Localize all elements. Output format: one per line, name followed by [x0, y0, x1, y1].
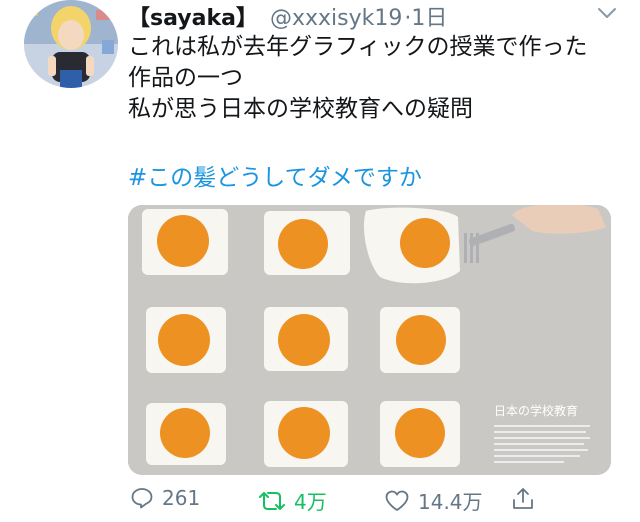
- heart-icon: [385, 490, 409, 511]
- tweet-text-line: これは私が去年グラフィックの授業で作った: [128, 34, 588, 60]
- like-count: 14.4万: [418, 490, 483, 514]
- like-button[interactable]: 14.4万: [384, 486, 483, 515]
- fried-eggs-photo: 日本の学校教育: [128, 205, 611, 475]
- egg-yolk: [396, 315, 446, 365]
- retweet-button[interactable]: 4万: [258, 486, 327, 515]
- hashtag-link[interactable]: #この髪どうしてダメですか: [128, 158, 422, 192]
- share-button[interactable]: [511, 486, 535, 512]
- retweet-icon: [259, 491, 285, 510]
- egg-yolk: [158, 314, 210, 366]
- avatar[interactable]: [24, 0, 118, 88]
- egg-yolk: [400, 218, 450, 268]
- tweet-text-line: 作品の一つ: [128, 65, 243, 91]
- avatar-image: [24, 0, 118, 88]
- share-icon: [513, 488, 533, 509]
- tweet-header: 【sayaka】 @xxxisyk19·1日: [128, 0, 447, 31]
- display-name[interactable]: 【sayaka】: [128, 6, 258, 31]
- more-menu-button[interactable]: [596, 2, 618, 24]
- egg-yolk: [278, 314, 330, 366]
- egg-yolk: [395, 408, 445, 458]
- egg-yolk: [157, 215, 209, 267]
- user-handle[interactable]: @xxxisyk19: [270, 6, 402, 31]
- egg-yolk: [160, 408, 210, 458]
- tweet-photo[interactable]: 日本の学校教育: [128, 205, 611, 475]
- egg-yolk: [278, 407, 330, 459]
- reply-count: 261: [162, 486, 201, 510]
- reply-icon: [131, 488, 153, 509]
- poster-title: 日本の学校教育: [494, 403, 578, 418]
- reply-button[interactable]: 261: [130, 486, 200, 510]
- retweet-count: 4万: [294, 490, 327, 514]
- tweet-time[interactable]: ·1日: [404, 6, 447, 31]
- tweet-actions: 261 4万 14.4万: [128, 486, 618, 518]
- tweet-text-line: 私が思う日本の学校教育への疑問: [128, 96, 473, 122]
- egg-yolk: [278, 219, 328, 269]
- chevron-down-icon: [598, 8, 616, 18]
- tweet-text: これは私が去年グラフィックの授業で作った 作品の一つ 私が思う日本の学校教育への…: [128, 32, 623, 125]
